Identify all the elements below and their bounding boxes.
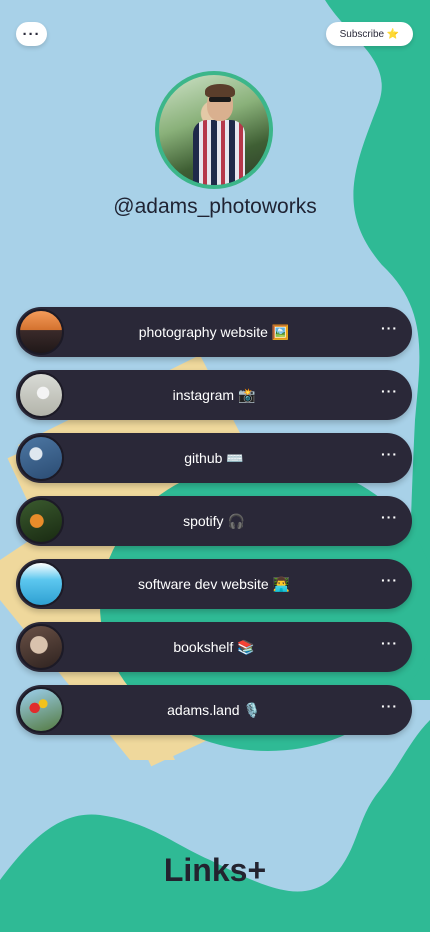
link-thumbnail <box>18 372 64 418</box>
more-horizontal-icon[interactable]: ··· <box>381 573 398 587</box>
more-horizontal-icon[interactable]: ··· <box>381 510 398 524</box>
more-horizontal-icon[interactable]: ··· <box>381 384 398 398</box>
link-label: instagram 📸 <box>172 386 256 403</box>
more-horizontal-icon[interactable]: ··· <box>381 699 398 713</box>
link-button-photography[interactable]: photography website 🖼️ ··· <box>16 307 412 357</box>
link-button-instagram[interactable]: instagram 📸 ··· <box>16 370 412 420</box>
link-button-spotify[interactable]: spotify 🎧 ··· <box>16 496 412 546</box>
link-label: software dev website 👨‍💻 <box>137 575 291 592</box>
link-thumbnail <box>18 561 64 607</box>
more-horizontal-icon: ··· <box>22 25 41 43</box>
link-thumbnail <box>18 435 64 481</box>
subscribe-button[interactable]: Subscribe ⭐ <box>326 22 413 46</box>
link-thumbnail <box>18 687 64 733</box>
more-horizontal-icon[interactable]: ··· <box>381 636 398 650</box>
link-label: bookshelf 📚 <box>173 638 255 655</box>
link-button-github[interactable]: github ⌨️ ··· <box>16 433 412 483</box>
subscribe-label: Subscribe ⭐ <box>339 28 400 40</box>
link-label: spotify 🎧 <box>183 512 245 529</box>
more-horizontal-icon[interactable]: ··· <box>381 447 398 461</box>
link-list: photography website 🖼️ ··· instagram 📸 ·… <box>16 307 412 748</box>
link-thumbnail <box>18 624 64 670</box>
brand-logo-text: Links+ <box>163 852 267 888</box>
link-label: github ⌨️ <box>184 449 244 466</box>
link-button-software-dev[interactable]: software dev website 👨‍💻 ··· <box>16 559 412 609</box>
link-button-adams-land[interactable]: adams.land 🎙️ ··· <box>16 685 412 735</box>
link-button-bookshelf[interactable]: bookshelf 📚 ··· <box>16 622 412 672</box>
link-thumbnail <box>18 309 64 355</box>
more-horizontal-icon[interactable]: ··· <box>381 321 398 335</box>
profile-username: @adams_photoworks <box>113 195 317 218</box>
profile-avatar <box>155 71 273 189</box>
link-label: photography website 🖼️ <box>138 323 290 340</box>
menu-button[interactable]: ··· <box>16 22 47 46</box>
link-label: adams.land 🎙️ <box>167 701 261 718</box>
link-thumbnail <box>18 498 64 544</box>
